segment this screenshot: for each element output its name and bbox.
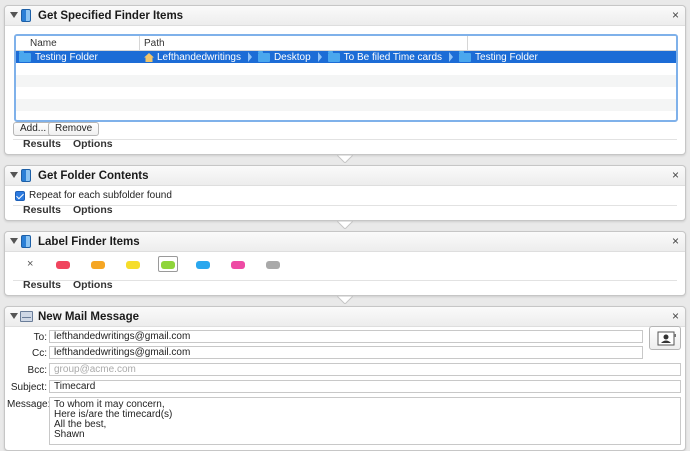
- clear-label-icon[interactable]: ×: [27, 258, 33, 270]
- bcc-label: Bcc:: [27, 365, 47, 376]
- mail-icon: [20, 311, 33, 322]
- close-icon[interactable]: ×: [672, 310, 679, 322]
- home-icon: [144, 52, 154, 62]
- action-label-finder-items: Label Finder Items × × Results Options: [4, 231, 686, 296]
- action-title: New Mail Message: [38, 311, 139, 323]
- action-title: Get Folder Contents: [38, 170, 149, 182]
- path-crumb: Testing Folder: [459, 50, 538, 63]
- finder-items-table[interactable]: Name Path Testing Folder Lefthandedwriti…: [14, 34, 678, 122]
- finder-icon: [21, 9, 31, 22]
- column-header-name[interactable]: Name: [16, 36, 140, 50]
- column-header-path[interactable]: Path: [140, 36, 468, 50]
- repeat-subfolder-checkbox[interactable]: [15, 191, 25, 201]
- path-crumb: Desktop: [257, 50, 311, 63]
- path-separator-icon: [247, 52, 252, 62]
- table-row[interactable]: Testing Folder Lefthandedwritings Deskto…: [16, 50, 676, 63]
- finder-icon: [21, 169, 31, 182]
- finder-icon: [21, 235, 31, 248]
- bcc-field[interactable]: group@acme.com: [49, 363, 681, 376]
- action-get-folder-contents: Get Folder Contents × Repeat for each su…: [4, 165, 686, 221]
- action-new-mail-message: New Mail Message × To: lefthandedwriting…: [4, 306, 686, 451]
- disclosure-triangle-icon[interactable]: [10, 238, 18, 244]
- table-row-empty: [16, 75, 676, 87]
- cc-field[interactable]: lefthandedwritings@gmail.com: [49, 346, 643, 359]
- footer-tabs: Results Options: [23, 279, 113, 293]
- table-row-empty: [16, 99, 676, 111]
- label-purple-swatch[interactable]: [231, 261, 245, 269]
- path-crumb: Lefthandedwritings: [144, 52, 241, 63]
- action-title: Get Specified Finder Items: [38, 10, 184, 22]
- folder-icon: [459, 50, 472, 62]
- to-label: To:: [33, 332, 47, 343]
- action-header: Get Specified Finder Items ×: [5, 6, 685, 26]
- close-icon[interactable]: ×: [672, 235, 679, 247]
- table-row-empty: [16, 63, 676, 75]
- label-yellow-swatch[interactable]: [126, 261, 140, 269]
- label-green-swatch[interactable]: [161, 261, 175, 269]
- label-blue-swatch[interactable]: [196, 261, 210, 269]
- results-tab[interactable]: Results: [23, 279, 61, 293]
- path-separator-icon: [317, 52, 322, 62]
- action-connector-icon: [337, 221, 353, 229]
- options-tab[interactable]: Options: [73, 204, 113, 218]
- path-separator-icon: [449, 52, 454, 62]
- label-gray-swatch[interactable]: [266, 261, 280, 269]
- action-connector-icon: [337, 296, 353, 304]
- table-row-empty: [16, 87, 676, 99]
- label-red-swatch[interactable]: [56, 261, 70, 269]
- message-label: Message:: [7, 399, 51, 410]
- results-tab[interactable]: Results: [23, 204, 61, 218]
- label-orange-swatch[interactable]: [91, 261, 105, 269]
- disclosure-triangle-icon[interactable]: [10, 313, 18, 319]
- action-connector-icon: [337, 155, 353, 163]
- close-icon[interactable]: ×: [672, 9, 679, 21]
- column-header-empty: [468, 36, 676, 50]
- action-header: Get Folder Contents ×: [5, 166, 685, 186]
- folder-icon: [327, 50, 340, 62]
- folder-icon: [257, 50, 270, 62]
- subject-field[interactable]: Timecard: [49, 380, 681, 393]
- action-title: Label Finder Items: [38, 236, 140, 248]
- folder-icon: [19, 50, 31, 62]
- cell-path: Lefthandedwritings Desktop To Be filed T…: [140, 50, 538, 63]
- close-icon[interactable]: ×: [672, 169, 679, 181]
- remove-button[interactable]: Remove: [48, 122, 100, 136]
- path-crumb: To Be filed Time cards: [327, 50, 442, 63]
- options-tab[interactable]: Options: [73, 138, 113, 152]
- table-header: Name Path: [16, 36, 676, 51]
- subject-label: Subject:: [10, 382, 47, 393]
- row-name: Testing Folder: [35, 51, 98, 63]
- footer-tabs: Results Options: [23, 138, 113, 152]
- cell-name: Testing Folder: [16, 50, 140, 63]
- to-field[interactable]: lefthandedwritings@gmail.com: [49, 330, 643, 343]
- options-tab[interactable]: Options: [73, 279, 113, 293]
- address-card-icon: [657, 331, 676, 346]
- action-header: Label Finder Items ×: [5, 232, 685, 252]
- address-book-button[interactable]: [649, 326, 681, 350]
- disclosure-triangle-icon[interactable]: [10, 172, 18, 178]
- action-get-specified-finder-items: Get Specified Finder Items × Name Path T…: [4, 5, 686, 155]
- footer-tabs: Results Options: [23, 204, 113, 218]
- message-field[interactable]: To whom it may concern, Here is/are the …: [49, 397, 681, 445]
- action-header: New Mail Message ×: [5, 307, 685, 327]
- repeat-subfolder-label: Repeat for each subfolder found: [29, 190, 172, 201]
- table-row-empty: [16, 111, 676, 120]
- disclosure-triangle-icon[interactable]: [10, 12, 18, 18]
- results-tab[interactable]: Results: [23, 138, 61, 152]
- cc-label: Cc:: [32, 348, 47, 359]
